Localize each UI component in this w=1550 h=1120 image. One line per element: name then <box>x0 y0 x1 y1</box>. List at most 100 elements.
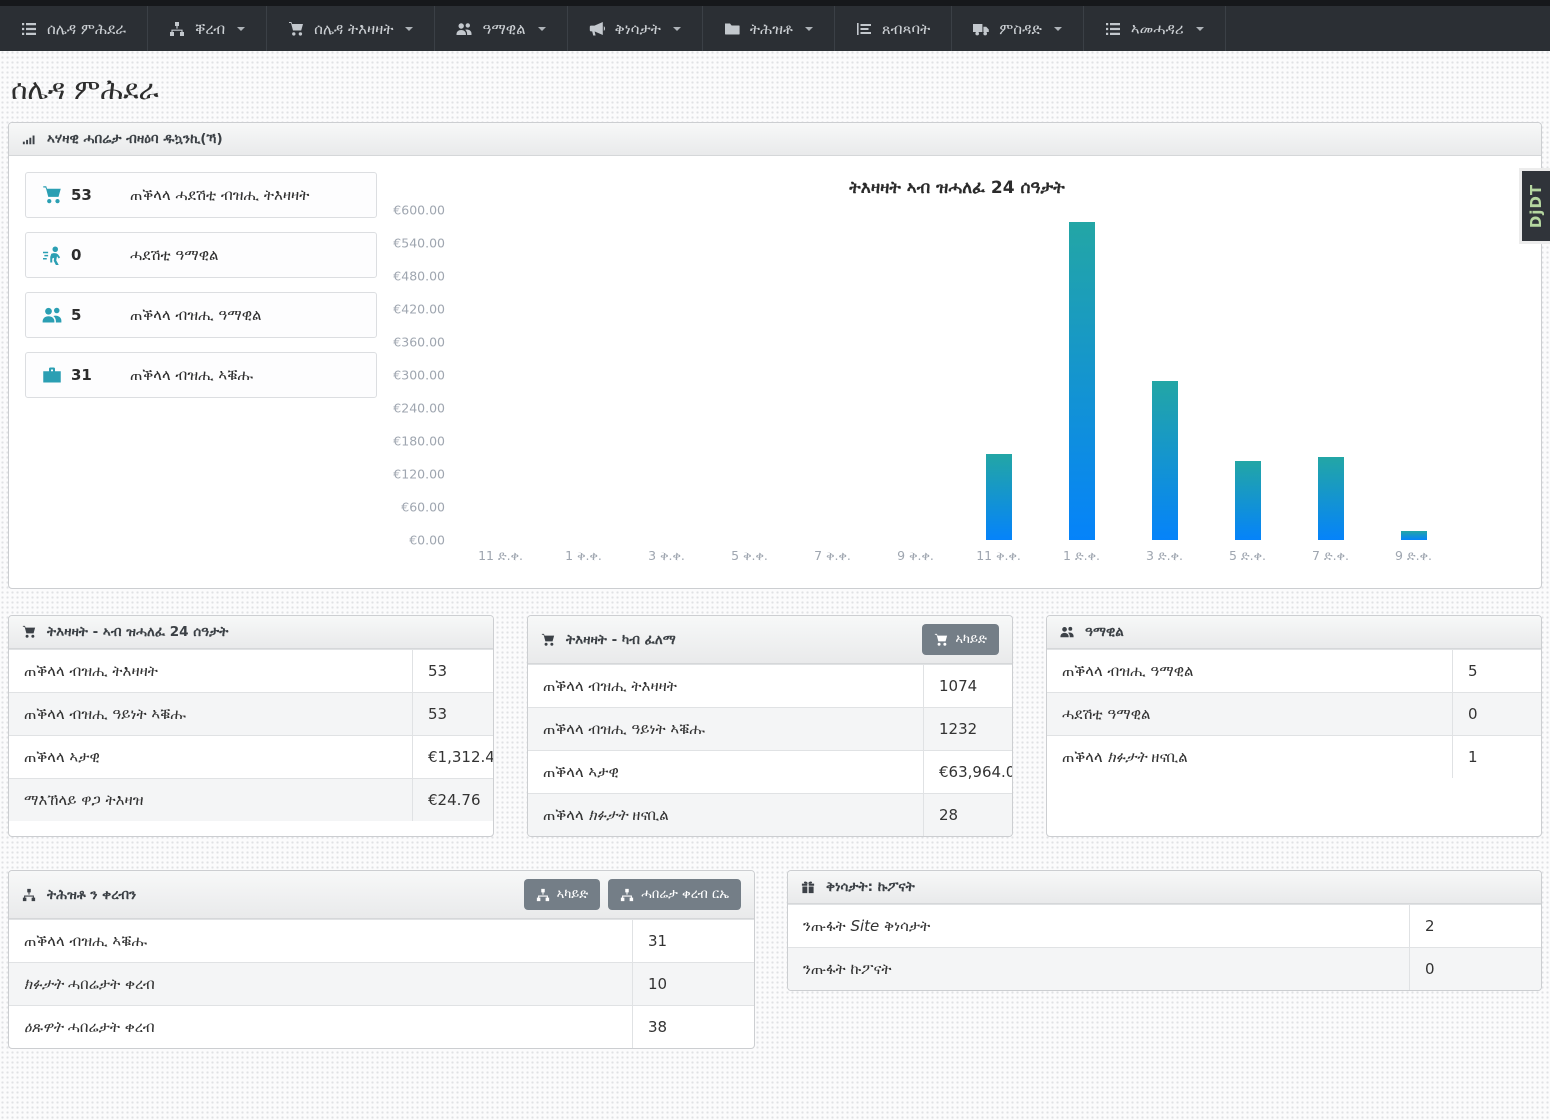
users-icon <box>42 305 62 325</box>
y-tick-label: €480.00 <box>393 269 445 284</box>
row-value: 1232 <box>923 708 1012 750</box>
x-tick-label: 11 ድ.ቀ. <box>459 548 542 564</box>
nav-item-orders[interactable]: ሰሌዳ ትእዛዛት <box>267 6 435 51</box>
nav-label: ኣመሓዳሪ <box>1131 20 1184 38</box>
row-label-part: ዘናቢል <box>628 806 669 824</box>
nav-item-customers[interactable]: ዓማዊል <box>435 6 567 51</box>
panel-orders-24h: ትእዛዛት - ኣብ ዝሓለፈ 24 ሰዓታት ጠቕላላ ብዝሒ ትእዛዛት 5… <box>8 615 494 837</box>
nav-item-dashboard[interactable]: ሰሌዳ ምሕደራ <box>0 6 148 51</box>
row-value: 1 <box>1452 736 1541 778</box>
chevron-down-icon <box>405 27 413 31</box>
table-row: ጠቕላላ ብዝሒ ኣቑሑ 31 <box>9 919 754 962</box>
stat-value: 53 <box>71 186 92 204</box>
table-row: ሓደሽቲ ዓማዊል 0 <box>1047 692 1541 735</box>
table-row: ንጡፋት Site ቅነሳታት 2 <box>788 904 1541 947</box>
nav-item-offers[interactable]: ቅነሳታት <box>568 6 703 51</box>
row-label-emphasis: ክፉታት <box>1107 748 1146 766</box>
nav-item-catalogue[interactable]: ቐረብ <box>148 6 267 51</box>
row-label-emphasis: Site <box>850 917 879 935</box>
chart-columns <box>459 210 1455 540</box>
stat-box-total-products: 31 ጠቕላላ ብዝሒ ኣቑሑ <box>25 352 377 398</box>
panel-heading: ትእዛዛት - ኣብ ዝሓለፈ 24 ሰዓታት <box>9 616 493 649</box>
row-label-part: ጠቕላላ <box>1062 748 1107 766</box>
nav-label: ምስዳድ <box>999 20 1042 38</box>
chart-title: ትእዛዛት ኣብ ዝሓለፈ 24 ሰዓታት <box>459 178 1455 198</box>
x-tick-label: 1 ድ.ቀ. <box>1040 548 1123 564</box>
chart-bar <box>986 454 1012 540</box>
row-label: ጠቕላላ ክፉታት ዘናቢል <box>1047 736 1452 778</box>
briefcase-icon <box>42 365 62 385</box>
row-label: ሓደሽቲ ዓማዊል <box>1047 693 1452 735</box>
table-row: ክፉታት ሓበሬታት ቀረብ 10 <box>9 962 754 1005</box>
chart-bar <box>1152 381 1178 540</box>
activity-body: 53 ጠቕላላ ሓደሽቲ ብዝሒ ትእዛዛት 0 ሓደሽቲ ዓማዊል 5 ጠቕላ… <box>9 156 1541 588</box>
row-label-emphasis: ዕጹዋት <box>24 1018 63 1036</box>
chart-bar <box>1069 222 1095 540</box>
sitemap-icon <box>22 888 36 902</box>
row-label: ጠቕላላ ብዝሒ ኣቑሑ <box>9 920 632 962</box>
y-tick-label: €120.00 <box>393 467 445 482</box>
sitemap-icon <box>169 21 185 37</box>
chart-bar <box>1401 531 1427 540</box>
row-label-part: ሓበሬታት ቀረብ <box>63 975 155 993</box>
row-value: 10 <box>632 963 754 1005</box>
panel-offers-vouchers: ቅነሳታት: ኩፖናት ንጡፋት Site ቅነሳታት 2 ንጡፋት ኩፖናት … <box>787 870 1542 991</box>
row-label: ጠቕላላ ብዝሒ ዓይነት ኣቑሑ <box>528 708 923 750</box>
nav-label: ቐረብ <box>195 20 225 38</box>
django-debug-toolbar-handle[interactable]: DjDT <box>1519 168 1550 244</box>
manage-catalogue-button[interactable]: ኣካይድ <box>524 879 601 910</box>
chart-slot <box>542 210 625 540</box>
view-stock-alerts-button[interactable]: ሓበሬታ ቀረብ ርኤ <box>608 879 741 910</box>
nav-item-fulfilment[interactable]: ምስዳድ <box>952 6 1084 51</box>
cart-icon <box>934 633 948 647</box>
y-tick-label: €60.00 <box>401 500 445 515</box>
stat-label: ጠቕላላ ሓደሽቲ ብዝሒ ትእዛዛት <box>130 186 309 204</box>
cart-icon <box>288 21 304 37</box>
chart-bar <box>1318 457 1344 540</box>
row-label-part: ሓበሬታት ቀረብ <box>63 1018 155 1036</box>
row-value: 28 <box>923 794 1012 836</box>
stats-row-bottom: ትሕዝቶ ን ቀረብን ኣካይድ ሓበሬታ ቀረብ ርኤ ጠቕላላ ብዝሒ ኣቑ… <box>8 870 1542 1049</box>
row-value: 0 <box>1409 948 1541 990</box>
x-tick-label: 7 ድ.ቀ. <box>1289 548 1372 564</box>
nav-item-reports[interactable]: ጸብጻባት <box>835 6 952 51</box>
row-label-emphasis: ክፉታት <box>24 975 63 993</box>
page-title: ሰሌዳ ምሕደራ <box>11 73 1550 107</box>
nav-label: ጸብጻባት <box>882 20 930 38</box>
row-label: ጠቕላላ ኣታዊ <box>9 736 412 778</box>
x-tick-label: 9 ቅ.ቀ. <box>874 548 957 564</box>
cart-icon <box>22 625 36 639</box>
chart-slot <box>708 210 791 540</box>
button-label: ሓበሬታ ቀረብ ርኤ <box>641 887 729 902</box>
chevron-down-icon <box>237 27 245 31</box>
stat-box-new-orders: 53 ጠቕላላ ሓደሽቲ ብዝሒ ትእዛዛት <box>25 172 377 218</box>
y-tick-label: €600.00 <box>393 203 445 218</box>
list-icon <box>1105 21 1121 37</box>
cart-icon <box>42 185 62 205</box>
chevron-down-icon <box>673 27 681 31</box>
nav-item-content[interactable]: ትሕዝቶ <box>703 6 835 51</box>
nav-item-admin[interactable]: ኣመሓዳሪ <box>1084 6 1226 51</box>
manage-orders-button[interactable]: ኣካይድ <box>922 624 999 655</box>
truck-icon <box>973 21 989 37</box>
row-label: ጠቕላላ ብዝሒ ትእዛዛት <box>528 665 923 707</box>
chart-slot <box>874 210 957 540</box>
report-icon <box>856 21 872 37</box>
djdt-label: DjDT <box>1527 184 1545 228</box>
row-value: 38 <box>632 1006 754 1048</box>
row-value: 31 <box>632 920 754 962</box>
panel-title: ዓማዊል <box>1085 624 1124 640</box>
row-label: ንጡፋት ኩፖናት <box>788 948 1409 990</box>
table-row: ጠቕላላ ብዝሒ ትእዛዛት 53 <box>9 649 493 692</box>
megaphone-icon <box>589 21 605 37</box>
chevron-down-icon <box>805 27 813 31</box>
y-tick-label: €300.00 <box>393 368 445 383</box>
table-row: ማእኸላይ ዋጋ ትእዛዝ €24.76 <box>9 778 493 821</box>
panel-heading: ትሕዝቶ ን ቀረብን ኣካይድ ሓበሬታ ቀረብ ርኤ <box>9 871 754 919</box>
new-customer-icon <box>42 245 62 265</box>
chart-slot <box>1123 210 1206 540</box>
row-value: 1074 <box>923 665 1012 707</box>
stats-row-middle: ትእዛዛት - ኣብ ዝሓለፈ 24 ሰዓታት ጠቕላላ ብዝሒ ትእዛዛት 5… <box>8 615 1542 837</box>
table-row: ጠቕላላ ብዝሒ ትእዛዛት 1074 <box>528 664 1012 707</box>
x-tick-label: 1 ቅ.ቀ. <box>542 548 625 564</box>
